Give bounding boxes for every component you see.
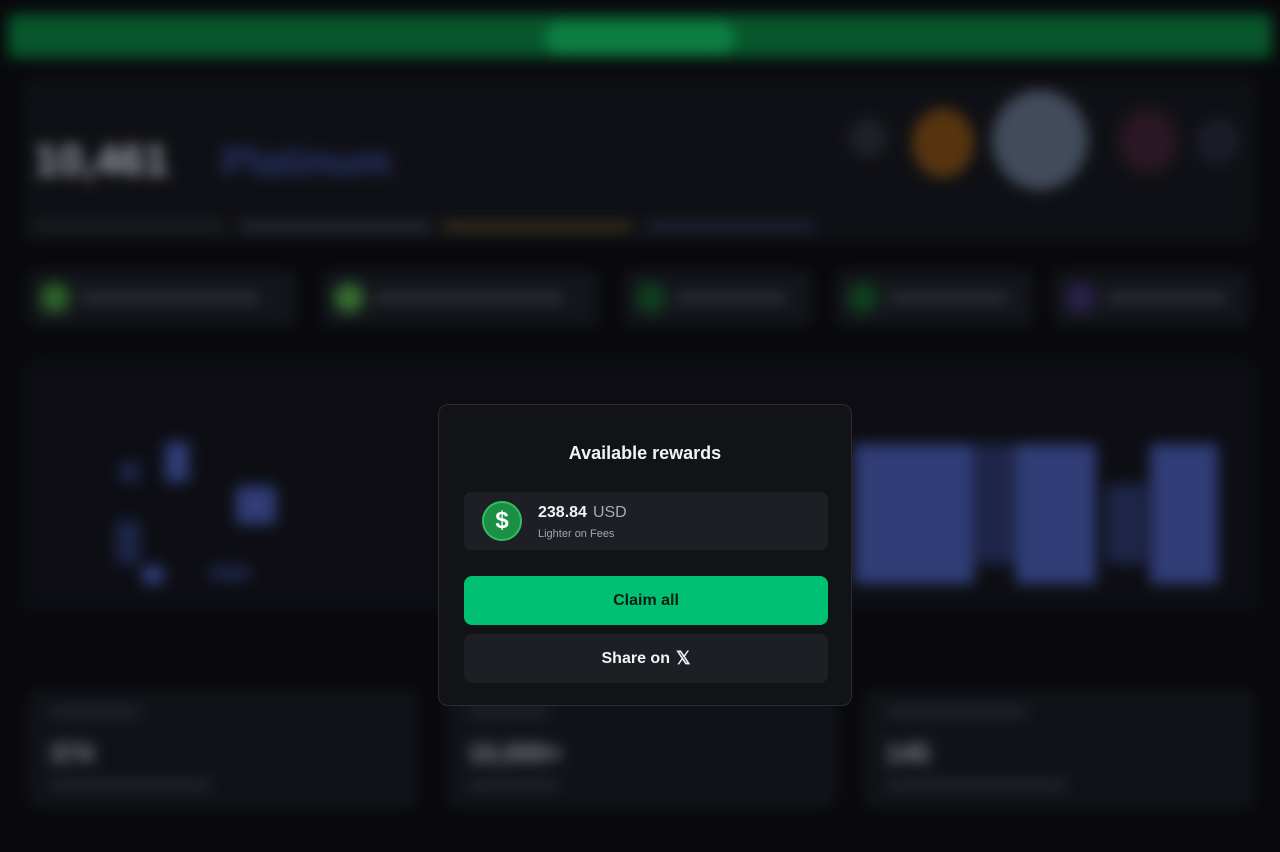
reward-amount-value: 238.84: [538, 504, 587, 521]
dollar-coin-icon: $: [482, 501, 522, 541]
reward-source: Lighter on Fees: [538, 528, 615, 540]
claim-all-button[interactable]: Claim all: [464, 576, 828, 625]
rewards-modal: Available rewards $ 238.84 USD Lighter on…: [438, 404, 852, 706]
reward-currency: USD: [592, 504, 627, 521]
reward-amount: 238.84 USD: [538, 504, 627, 522]
modal-title: Available rewards: [568, 443, 722, 463]
x-logo-icon: 𝕏: [675, 648, 691, 668]
share-on-x-button[interactable]: Share on 𝕏: [464, 634, 828, 683]
claim-all-label: Claim all: [613, 591, 679, 609]
reward-item: $ 238.84 USD Lighter on Fees: [464, 492, 828, 550]
share-label: Share on: [601, 649, 670, 667]
